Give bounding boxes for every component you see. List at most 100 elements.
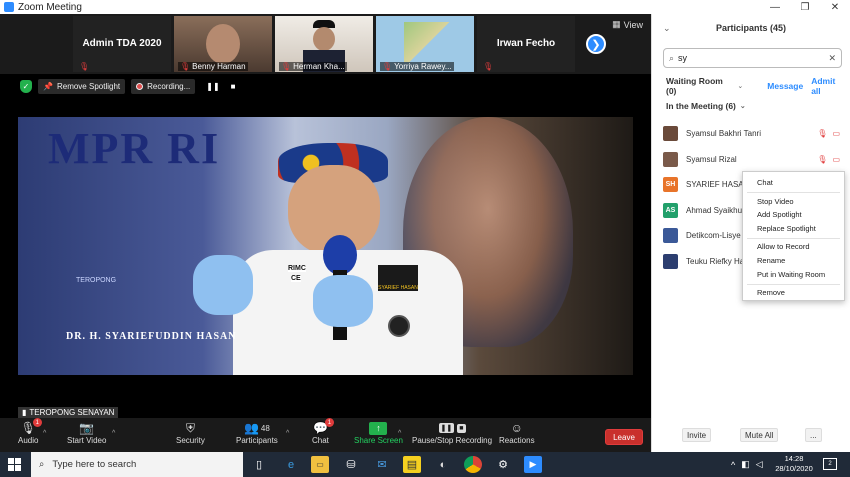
audio-badge: 1 bbox=[32, 418, 42, 427]
tray-arrow-icon[interactable]: ^ bbox=[731, 460, 735, 470]
pause-stop-recording-button[interactable]: ❚❚ ■ Pause/Stop Recording bbox=[412, 420, 492, 445]
start-video-button[interactable]: 📷 Start Video bbox=[67, 420, 106, 445]
thumbnail-name: Admin TDA 2020 bbox=[82, 38, 162, 49]
more-options-button[interactable]: ... bbox=[805, 428, 822, 442]
mic-muted-icon[interactable]: 🎙 bbox=[817, 129, 827, 138]
participants-icon: 👥 48 bbox=[243, 421, 270, 435]
maximize-button[interactable]: ❐ bbox=[790, 0, 820, 14]
thumbnail-label: 🎙 Yorriya Rawey... bbox=[380, 62, 454, 71]
taskbar-search[interactable]: ⌕ Type here to search bbox=[31, 452, 243, 477]
grid-icon: ▦ bbox=[612, 19, 621, 29]
recording-label: Recording... bbox=[147, 82, 191, 91]
stop-recording-button[interactable]: ■ bbox=[231, 79, 236, 94]
thumbnail-label: 🎙 bbox=[481, 62, 495, 71]
spotlight-video[interactable]: MPR RI RIMC CE SYARIEF HASAN TEROPONG DR… bbox=[18, 117, 633, 375]
share-options-caret-icon[interactable]: ^ bbox=[398, 430, 401, 437]
in-meeting-header[interactable]: In the Meeting (6) ⌄ bbox=[666, 101, 746, 111]
participants-button[interactable]: 👥 48 Participants bbox=[236, 420, 278, 445]
menu-item-remove[interactable]: Remove bbox=[757, 288, 785, 297]
network-icon[interactable]: ◧ bbox=[741, 459, 750, 470]
message-button[interactable]: Message bbox=[767, 81, 803, 91]
system-tray: ^ ◧ ◁ bbox=[731, 452, 763, 477]
participants-options-caret-icon[interactable]: ^ bbox=[286, 430, 289, 437]
video-off-icon: 📷 bbox=[79, 421, 95, 435]
glove-left bbox=[193, 255, 253, 315]
search-input[interactable] bbox=[678, 53, 819, 63]
admit-all-button[interactable]: Admit all bbox=[811, 76, 846, 96]
mic-muted-icon: 🎙 bbox=[281, 62, 292, 71]
edge-icon[interactable]: e bbox=[282, 456, 300, 473]
reactions-button[interactable]: ☺ Reactions bbox=[499, 420, 535, 445]
participant-row[interactable]: Syamsul Rizal 🎙 ▭ bbox=[663, 147, 848, 173]
security-shield-icon[interactable]: ✓ bbox=[20, 80, 32, 93]
participant-search[interactable]: ⌕ ✕ bbox=[663, 48, 842, 68]
sticky-notes-icon[interactable]: ▤ bbox=[403, 456, 421, 473]
video-options-caret-icon[interactable]: ^ bbox=[112, 430, 115, 437]
remove-spotlight-button[interactable]: 📌 Remove Spotlight bbox=[38, 79, 126, 94]
volume-icon[interactable]: ◁ bbox=[756, 459, 763, 470]
next-page-arrow-icon[interactable]: ❯ bbox=[586, 34, 606, 54]
speaker-name: TEROPONG SENAYAN bbox=[29, 408, 115, 417]
pause-recording-button[interactable]: ❚❚ bbox=[201, 79, 224, 94]
menu-item-rename[interactable]: Rename bbox=[757, 256, 785, 265]
thumbnail-irwan-fecho[interactable]: Irwan Fecho 🎙 bbox=[477, 16, 575, 72]
mic-muted-icon[interactable]: 🎙 bbox=[817, 155, 827, 164]
mail-icon[interactable]: ✉ bbox=[373, 456, 391, 473]
audio-button[interactable]: 🎙 1 Audio bbox=[18, 418, 42, 445]
thumbnail-name: Benny Harman bbox=[192, 62, 246, 71]
thumbnail-benny-harman[interactable]: 🎙 Benny Harman bbox=[174, 16, 272, 72]
minimize-button[interactable]: — bbox=[760, 0, 790, 14]
share-screen-button[interactable]: ↑ Share Screen bbox=[354, 420, 403, 445]
taskbar-clock[interactable]: 14:28 28/10/2020 bbox=[775, 454, 813, 474]
mic-muted-icon: 🎙 bbox=[483, 62, 494, 71]
chat-label: Chat bbox=[312, 436, 329, 445]
clock-time: 14:28 bbox=[784, 454, 804, 463]
menu-item-chat[interactable]: Chat bbox=[757, 178, 773, 187]
avatar bbox=[663, 228, 678, 244]
mute-all-button[interactable]: Mute All bbox=[740, 428, 779, 442]
menu-item-replace-spotlight[interactable]: Replace Spotlight bbox=[757, 224, 816, 233]
participant-name: Ahmad Syaikhu bbox=[686, 205, 743, 215]
zoom-taskbar-icon[interactable]: ▶ bbox=[524, 456, 542, 473]
waiting-room-row: Waiting Room (0) ⌄ Message Admit all bbox=[666, 76, 846, 96]
pause-icon: ❚❚ bbox=[206, 82, 220, 91]
waiting-room-label[interactable]: Waiting Room (0) bbox=[666, 76, 733, 96]
record-dot-icon bbox=[136, 83, 144, 90]
menu-item-stop-video[interactable]: Stop Video bbox=[757, 197, 794, 206]
menu-item-add-spotlight[interactable]: Add Spotlight bbox=[757, 210, 802, 219]
participant-row[interactable]: Syamsul Bakhri Tanri 🎙 ▭ bbox=[663, 121, 848, 147]
video-off-icon[interactable]: ▭ bbox=[832, 155, 840, 164]
thumbnail-herman-kha[interactable]: 🎙 Herman Kha... bbox=[275, 16, 373, 72]
thumbnail-admin-tda[interactable]: Admin TDA 2020 🎙 bbox=[73, 16, 171, 72]
leave-button[interactable]: Leave bbox=[605, 429, 643, 445]
meeting-status-bar: ✓ 📌 Remove Spotlight Recording... ❚❚ ■ bbox=[20, 79, 236, 94]
store-icon[interactable]: ⛁ bbox=[342, 456, 360, 473]
file-explorer-icon[interactable]: ▭ bbox=[311, 456, 329, 473]
taskbar-search-placeholder: Type here to search bbox=[52, 459, 137, 470]
windows-start-icon[interactable] bbox=[8, 458, 21, 471]
participants-title: Participants (45) bbox=[715, 23, 787, 33]
settings-gear-icon[interactable]: ⚙ bbox=[494, 456, 512, 473]
chat-badge: 1 bbox=[324, 418, 334, 427]
audio-options-caret-icon[interactable]: ^ bbox=[43, 430, 46, 437]
close-button[interactable]: ✕ bbox=[820, 0, 850, 14]
share-screen-icon: ↑ bbox=[369, 421, 388, 435]
chevron-down-icon[interactable]: ⌄ bbox=[737, 82, 743, 90]
menu-item-allow-record[interactable]: Allow to Record bbox=[757, 242, 810, 251]
view-button[interactable]: ▦ View bbox=[612, 19, 643, 30]
notification-center-icon[interactable]: 2 bbox=[823, 458, 837, 470]
clear-search-icon[interactable]: ✕ bbox=[828, 53, 836, 64]
chrome-icon[interactable] bbox=[464, 456, 482, 473]
thumbnail-yorriya[interactable]: 🎙 Yorriya Rawey... bbox=[376, 16, 474, 72]
security-button[interactable]: ⛨ Security bbox=[176, 420, 205, 446]
chat-button[interactable]: 💬 1 Chat bbox=[312, 418, 334, 445]
window-title: Zoom Meeting bbox=[18, 1, 82, 13]
app-icon[interactable]: ◐ bbox=[434, 456, 452, 473]
invite-button[interactable]: Invite bbox=[682, 428, 712, 442]
participant-name: Syamsul Rizal bbox=[686, 154, 737, 164]
video-off-icon[interactable]: ▭ bbox=[832, 129, 840, 138]
smiley-icon: ☺ bbox=[510, 421, 523, 435]
menu-item-waiting-room[interactable]: Put in Waiting Room bbox=[757, 270, 825, 279]
task-view-icon[interactable]: ▯ bbox=[250, 456, 268, 473]
thumbnail-name: Yorriya Rawey... bbox=[394, 62, 452, 71]
